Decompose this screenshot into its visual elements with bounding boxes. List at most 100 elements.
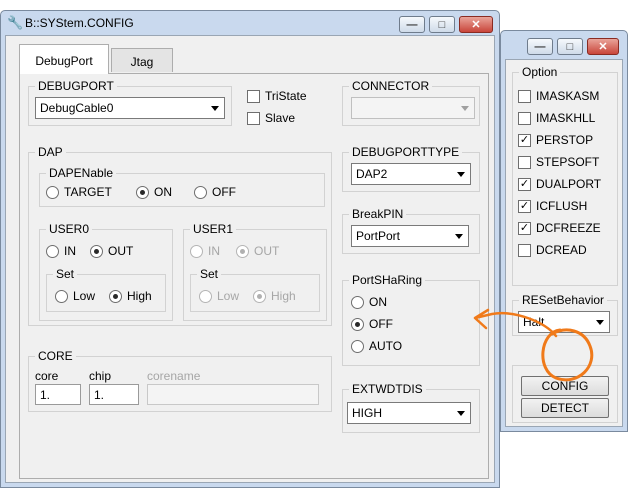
user1-in-radio[interactable]: IN (190, 244, 220, 258)
connector-dropdown[interactable] (351, 97, 475, 119)
corename-input[interactable] (147, 384, 319, 405)
tab-jtag[interactable]: Jtag (111, 48, 173, 72)
minimize-button[interactable]: — (399, 16, 425, 33)
dap-label: DAP (35, 145, 66, 159)
close-button[interactable]: ✕ (459, 16, 493, 33)
core-input[interactable]: 1. (35, 384, 81, 405)
user0-set-group: Set Low High (46, 267, 166, 312)
dapenable-target-radio[interactable]: TARGET (46, 185, 112, 199)
extwdtdis-dropdown[interactable]: HIGH (347, 402, 471, 424)
portsharing-group: PortSHaRing ON OFF AUTO (342, 273, 480, 366)
dapenable-target-label: TARGET (64, 185, 112, 199)
portsharing-auto-radio[interactable]: AUTO (351, 339, 402, 353)
maximize-button[interactable]: □ (429, 16, 455, 33)
option-close-button[interactable]: ✕ (587, 38, 619, 55)
main-window-body: DebugPort Jtag DEBUGPORT DebugCable0 Tri… (5, 35, 495, 483)
chevron-down-icon (461, 106, 469, 111)
user0-high-label: High (127, 289, 152, 303)
option-checkbox-icflush[interactable]: ✓ ICFLUSH (518, 199, 587, 213)
option-checkbox-dcfreeze[interactable]: ✓ DCFREEZE (518, 221, 601, 235)
breakpin-dropdown[interactable]: PortPort (351, 225, 469, 247)
user1-set-label: Set (197, 267, 222, 281)
breakpin-group: BreakPIN PortPort (342, 207, 480, 254)
portsharing-auto-label: AUTO (369, 339, 403, 353)
chevron-down-icon (596, 320, 604, 325)
main-window: 🔧 B::SYStem.CONFIG — □ ✕ DebugPort Jtag … (0, 10, 500, 488)
option-maximize-button[interactable]: □ (557, 38, 583, 55)
corename-field-label: corename (147, 369, 201, 383)
user1-label: USER1 (190, 222, 237, 236)
debugporttype-dropdown[interactable]: DAP2 (351, 163, 471, 185)
connector-label: CONNECTOR (349, 79, 433, 93)
user0-low-label: Low (73, 289, 96, 303)
user0-low-radio[interactable]: Low (55, 289, 95, 303)
chip-input[interactable]: 1. (89, 384, 139, 405)
option-label: DUALPORT (536, 177, 602, 191)
checkmark-icon: ✓ (518, 133, 531, 147)
detect-button[interactable]: DETECT (521, 398, 609, 418)
chevron-down-icon (455, 234, 463, 239)
option-minimize-button[interactable]: — (527, 38, 553, 55)
option-window: — □ ✕ Option IMASKASM IMASKHLL ✓ PERSTOP STE… (500, 30, 628, 432)
user0-in-radio[interactable]: IN (46, 244, 76, 258)
option-checkbox-dualport[interactable]: ✓ DUALPORT (518, 177, 601, 191)
wrench-icon: 🔧 (7, 15, 24, 30)
option-checkbox-stepsoft[interactable]: STEPSOFT (518, 155, 599, 169)
action-group: CONFIG DETECT (512, 365, 618, 423)
option-label: IMASKASM (536, 89, 600, 103)
debugporttype-value: DAP2 (356, 167, 388, 181)
chevron-down-icon (457, 172, 465, 177)
radio-dot (253, 289, 266, 303)
dapenable-off-radio[interactable]: OFF (194, 185, 236, 199)
tristate-checkbox[interactable]: TriState (247, 89, 307, 103)
slave-checkbox[interactable]: Slave (247, 111, 295, 125)
dapenable-on-radio[interactable]: ON (136, 185, 172, 199)
chip-field-label: chip (89, 369, 112, 383)
option-label: DCFREEZE (536, 221, 601, 235)
config-button[interactable]: CONFIG (521, 376, 609, 396)
option-label: STEPSOFT (536, 155, 600, 169)
breakpin-value: PortPort (356, 229, 401, 243)
radio-dot (136, 185, 149, 199)
option-checkbox-imaskasm[interactable]: IMASKASM (518, 89, 599, 103)
core-group: CORE core 1. chip 1. corename (28, 349, 332, 412)
checkbox-box (247, 111, 260, 125)
radio-dot (194, 185, 207, 199)
user1-out-radio[interactable]: OUT (236, 244, 279, 258)
debugport-value: DebugCable0 (40, 101, 114, 115)
checkbox-box (518, 89, 531, 103)
breakpin-label: BreakPIN (349, 207, 407, 221)
user0-high-radio[interactable]: High (109, 289, 152, 303)
dapenable-label: DAPENable (46, 166, 117, 180)
extwdtdis-label: EXTWDTDIS (349, 382, 426, 396)
portsharing-off-radio[interactable]: OFF (351, 317, 393, 331)
slave-label: Slave (265, 111, 296, 125)
option-checkbox-dcread[interactable]: DCREAD (518, 243, 587, 257)
checkbox-box (247, 89, 260, 103)
option-checkbox-imaskhll[interactable]: IMASKHLL (518, 111, 595, 125)
option-label: PERSTOP (536, 133, 594, 147)
tristate-label: TriState (265, 89, 307, 103)
tab-debugport[interactable]: DebugPort (19, 44, 109, 74)
user1-high-label: High (271, 289, 296, 303)
portsharing-on-radio[interactable]: ON (351, 295, 387, 309)
user0-out-radio[interactable]: OUT (90, 244, 133, 258)
user0-set-label: Set (53, 267, 78, 281)
checkmark-icon: ✓ (518, 177, 531, 191)
debugporttype-label: DEBUGPORTTYPE (349, 145, 463, 159)
reset-behavior-group: RESetBehavior Halt (512, 293, 618, 336)
dapenable-group: DAPENable TARGET ON OFF (39, 166, 325, 207)
radio-dot (351, 317, 364, 331)
debugport-dropdown[interactable]: DebugCable0 (35, 97, 225, 119)
option-checkbox-perstop[interactable]: ✓ PERSTOP (518, 133, 593, 147)
tab-panel: DEBUGPORT DebugCable0 TriState Slave CON… (19, 73, 489, 479)
radio-dot (46, 244, 59, 258)
reset-behavior-dropdown[interactable]: Halt (518, 311, 610, 333)
radio-dot (351, 295, 364, 309)
debugporttype-group: DEBUGPORTTYPE DAP2 (342, 145, 480, 192)
radio-dot (90, 244, 103, 258)
user1-low-radio[interactable]: Low (199, 289, 239, 303)
portsharing-on-label: ON (369, 295, 387, 309)
user1-low-label: Low (217, 289, 240, 303)
user1-high-radio[interactable]: High (253, 289, 296, 303)
